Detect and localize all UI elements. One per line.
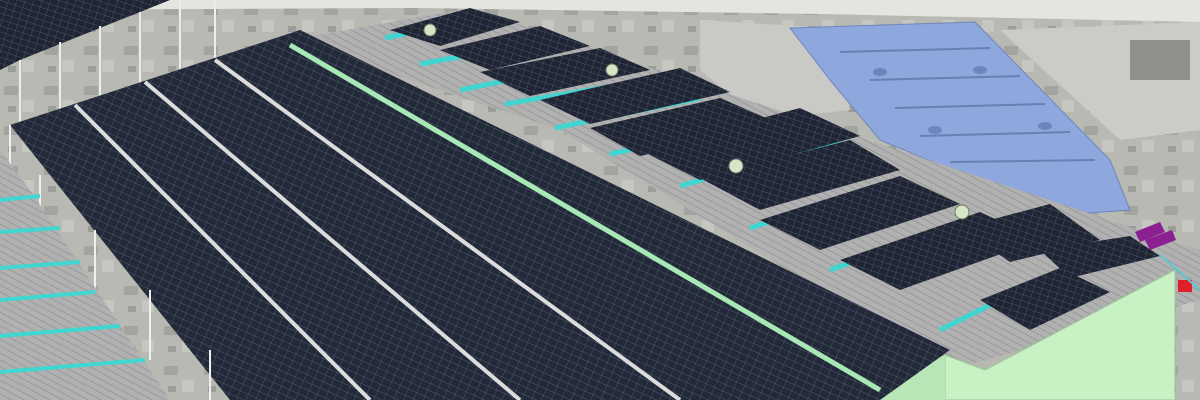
scene-svg <box>0 0 1200 400</box>
right-building-roof <box>1130 40 1190 80</box>
solar-roof-scene <box>0 0 1200 400</box>
